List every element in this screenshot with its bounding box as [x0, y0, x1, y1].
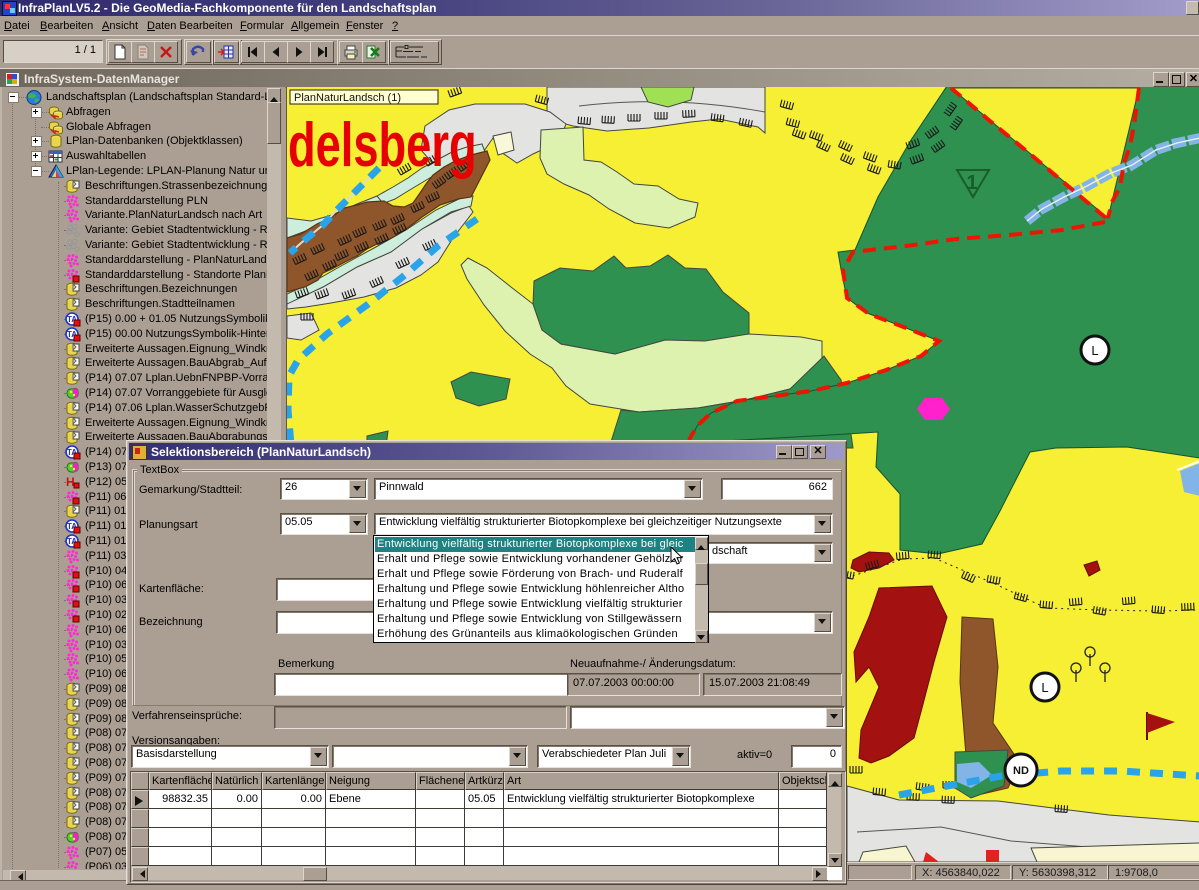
- svg-text:H: H: [66, 475, 75, 489]
- svg-text:L: L: [1041, 680, 1048, 695]
- svg-text:delsberg: delsberg: [288, 110, 477, 180]
- svg-text:L: L: [1091, 343, 1098, 358]
- svg-text:PlanNaturLandsch (1): PlanNaturLandsch (1): [294, 92, 401, 104]
- svg-text:1: 1: [966, 172, 977, 194]
- svg-text:ND: ND: [1013, 765, 1029, 777]
